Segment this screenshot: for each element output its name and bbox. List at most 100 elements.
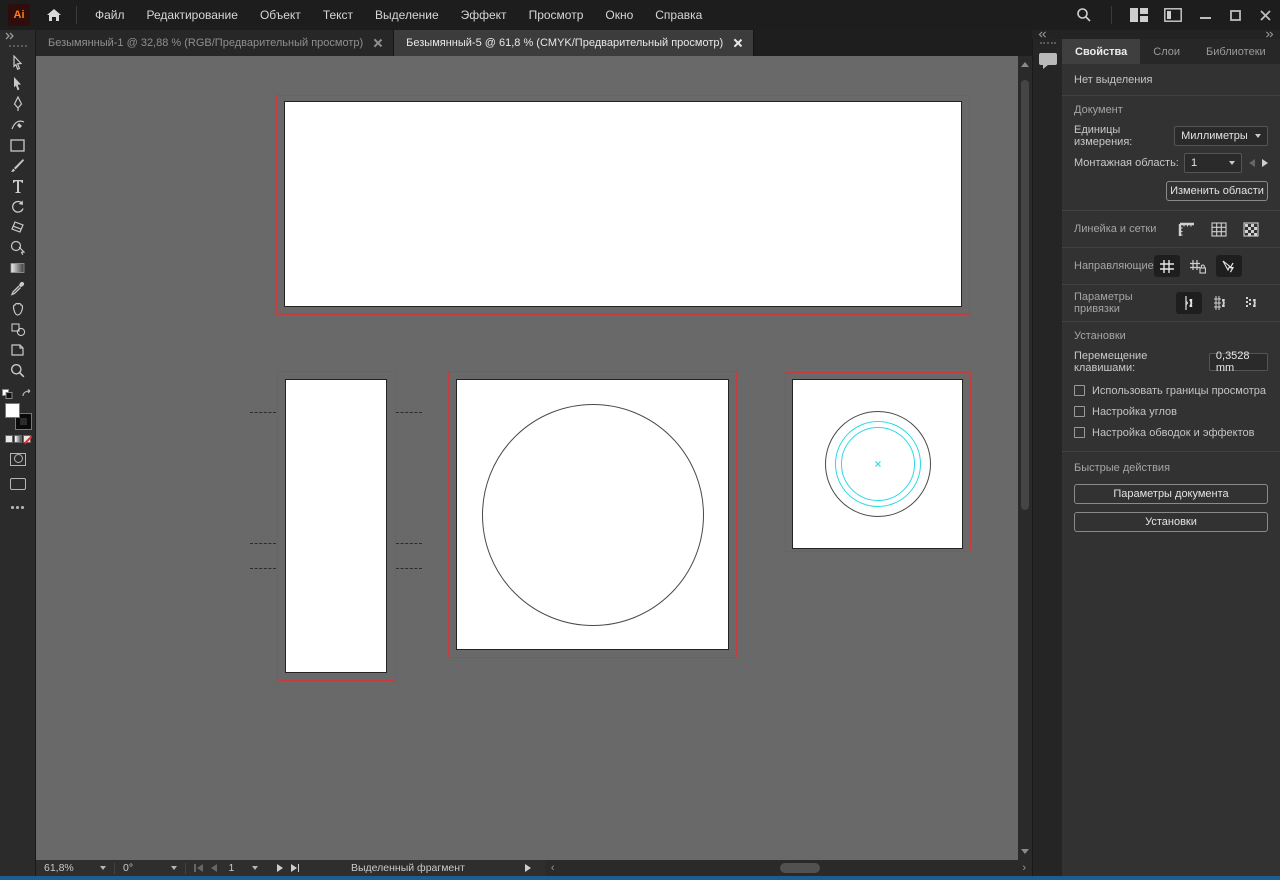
vertical-scroll-thumb[interactable] — [1021, 80, 1029, 510]
status-indicator-label: Выделенный фрагмент — [351, 862, 465, 874]
scale-corners-checkbox[interactable] — [1074, 406, 1085, 417]
menu-type[interactable]: Текст — [323, 8, 353, 22]
smart-guides-icon[interactable] — [1216, 255, 1242, 277]
next-artboard-button[interactable] — [277, 864, 283, 872]
artboard-4[interactable] — [792, 379, 963, 549]
last-artboard-button[interactable] — [291, 864, 300, 872]
menu-help[interactable]: Справка — [655, 8, 702, 22]
home-icon[interactable] — [42, 4, 66, 26]
tab-properties[interactable]: Свойства — [1062, 39, 1140, 64]
scroll-up-arrow[interactable] — [1021, 62, 1029, 67]
artboard-1[interactable] — [284, 101, 962, 307]
expand-tools-icon[interactable] — [0, 30, 35, 42]
expand-panel-icon[interactable] — [1265, 31, 1274, 38]
arrange-documents-icon[interactable] — [1156, 1, 1190, 29]
minimize-button[interactable] — [1190, 3, 1220, 27]
eyedropper-tool[interactable] — [4, 279, 32, 300]
workspace-switcher-icon[interactable] — [1122, 1, 1156, 29]
keyboard-increment-input[interactable]: 0,3528 mm — [1209, 353, 1268, 371]
hand-tool[interactable] — [4, 299, 32, 320]
type-tool[interactable] — [4, 176, 32, 197]
maximize-button[interactable] — [1220, 3, 1250, 27]
next-artboard-icon[interactable] — [1262, 159, 1268, 167]
tools-grip-handle[interactable] — [9, 45, 27, 47]
panel-header-strip — [1032, 30, 1280, 39]
artboard-2[interactable] — [285, 379, 387, 673]
lock-guides-icon[interactable] — [1185, 255, 1211, 277]
use-preview-bounds-checkbox[interactable] — [1074, 385, 1085, 396]
grid-icon[interactable] — [1206, 218, 1232, 240]
menu-file[interactable]: Файл — [95, 8, 125, 22]
status-menu-arrow[interactable] — [525, 864, 531, 872]
drawing-modes-icon[interactable] — [10, 453, 26, 466]
tab-layers[interactable]: Слои — [1140, 39, 1193, 64]
document-tab-1[interactable]: Безымянный-1 @ 32,88 % (RGB/Предваритель… — [36, 30, 394, 56]
fill-swatch[interactable] — [5, 403, 20, 418]
screen-mode-icon[interactable] — [10, 478, 26, 490]
more-tools-icon[interactable] — [11, 506, 24, 509]
artboard-number-combo[interactable]: 1 — [225, 862, 269, 874]
gradient-swatch-button[interactable] — [14, 435, 22, 443]
document-tab-2[interactable]: Безымянный-5 @ 61,8 % (CMYK/Предваритель… — [394, 30, 754, 56]
pen-tool[interactable] — [4, 94, 32, 115]
canvas-pasteboard[interactable] — [36, 56, 1018, 860]
circle-path[interactable] — [482, 404, 704, 626]
rectangle-tool[interactable] — [4, 135, 32, 156]
edit-artboards-button[interactable]: Изменить области — [1166, 181, 1268, 201]
units-dropdown[interactable]: Миллиметры — [1174, 126, 1268, 146]
menu-object[interactable]: Объект — [260, 8, 301, 22]
close-tab-icon[interactable] — [733, 39, 741, 47]
none-swatch-button[interactable] — [23, 435, 31, 443]
search-icon[interactable] — [1067, 1, 1101, 29]
curvature-tool[interactable] — [4, 115, 32, 136]
gradient-tool[interactable] — [4, 258, 32, 279]
selection-tool[interactable] — [4, 53, 32, 74]
close-button[interactable] — [1250, 3, 1280, 27]
tab-libraries[interactable]: Библиотеки — [1193, 39, 1279, 64]
scroll-right-arrow[interactable]: › — [1016, 862, 1032, 874]
menu-edit[interactable]: Редактирование — [147, 8, 238, 22]
menu-effect[interactable]: Эффект — [461, 8, 507, 22]
menu-view[interactable]: Просмотр — [529, 8, 584, 22]
symbols-tool[interactable] — [4, 320, 32, 341]
vertical-scrollbar[interactable] — [1018, 56, 1032, 860]
preferences-button[interactable]: Установки — [1074, 512, 1268, 532]
previous-artboard-icon[interactable] — [1249, 159, 1255, 167]
rulers-icon[interactable] — [1174, 218, 1200, 240]
artboard-number-dropdown[interactable]: 1 — [1184, 153, 1242, 173]
close-tab-icon[interactable] — [373, 39, 381, 47]
document-setup-button[interactable]: Параметры документа — [1074, 484, 1268, 504]
snap-to-grid-icon[interactable] — [1207, 292, 1233, 314]
rotate-tool[interactable] — [4, 197, 32, 218]
first-artboard-button[interactable] — [194, 864, 203, 872]
guides-label: Направляющие — [1074, 260, 1154, 272]
direct-selection-tool[interactable] — [4, 74, 32, 95]
transparency-grid-icon[interactable] — [1238, 218, 1264, 240]
artboard-tool[interactable] — [4, 340, 32, 361]
zoom-level-combo[interactable]: 61,8% — [36, 860, 114, 876]
horizontal-scroll-thumb[interactable] — [780, 863, 820, 873]
zoom-tool[interactable] — [4, 361, 32, 382]
scroll-left-arrow[interactable]: ‹ — [545, 862, 561, 874]
previous-artboard-button[interactable] — [211, 864, 217, 872]
shape-builder-tool[interactable] — [4, 238, 32, 259]
swap-fill-stroke-icon[interactable] — [21, 389, 33, 399]
menu-window[interactable]: Окно — [605, 8, 633, 22]
default-fill-stroke-icon[interactable] — [2, 389, 13, 399]
scroll-down-arrow[interactable] — [1021, 849, 1029, 854]
status-indicator[interactable]: Выделенный фрагмент — [343, 860, 539, 876]
horizontal-scrollbar[interactable]: ‹ › — [545, 860, 1032, 876]
collapse-panel-icon[interactable] — [1038, 31, 1047, 38]
show-guides-icon[interactable] — [1154, 255, 1180, 277]
color-swatch-button[interactable] — [5, 435, 13, 443]
snap-to-point-icon[interactable] — [1176, 292, 1202, 314]
artboard-3[interactable] — [456, 379, 729, 650]
eraser-tool[interactable] — [4, 217, 32, 238]
comments-panel-icon[interactable] — [1038, 52, 1058, 70]
snap-to-pixel-icon[interactable] — [1238, 292, 1264, 314]
menu-select[interactable]: Выделение — [375, 8, 439, 22]
paintbrush-tool[interactable] — [4, 156, 32, 177]
panel-grip-handle[interactable] — [1040, 42, 1056, 44]
rotation-combo[interactable]: 0° — [115, 860, 185, 876]
scale-strokes-effects-checkbox[interactable] — [1074, 427, 1085, 438]
